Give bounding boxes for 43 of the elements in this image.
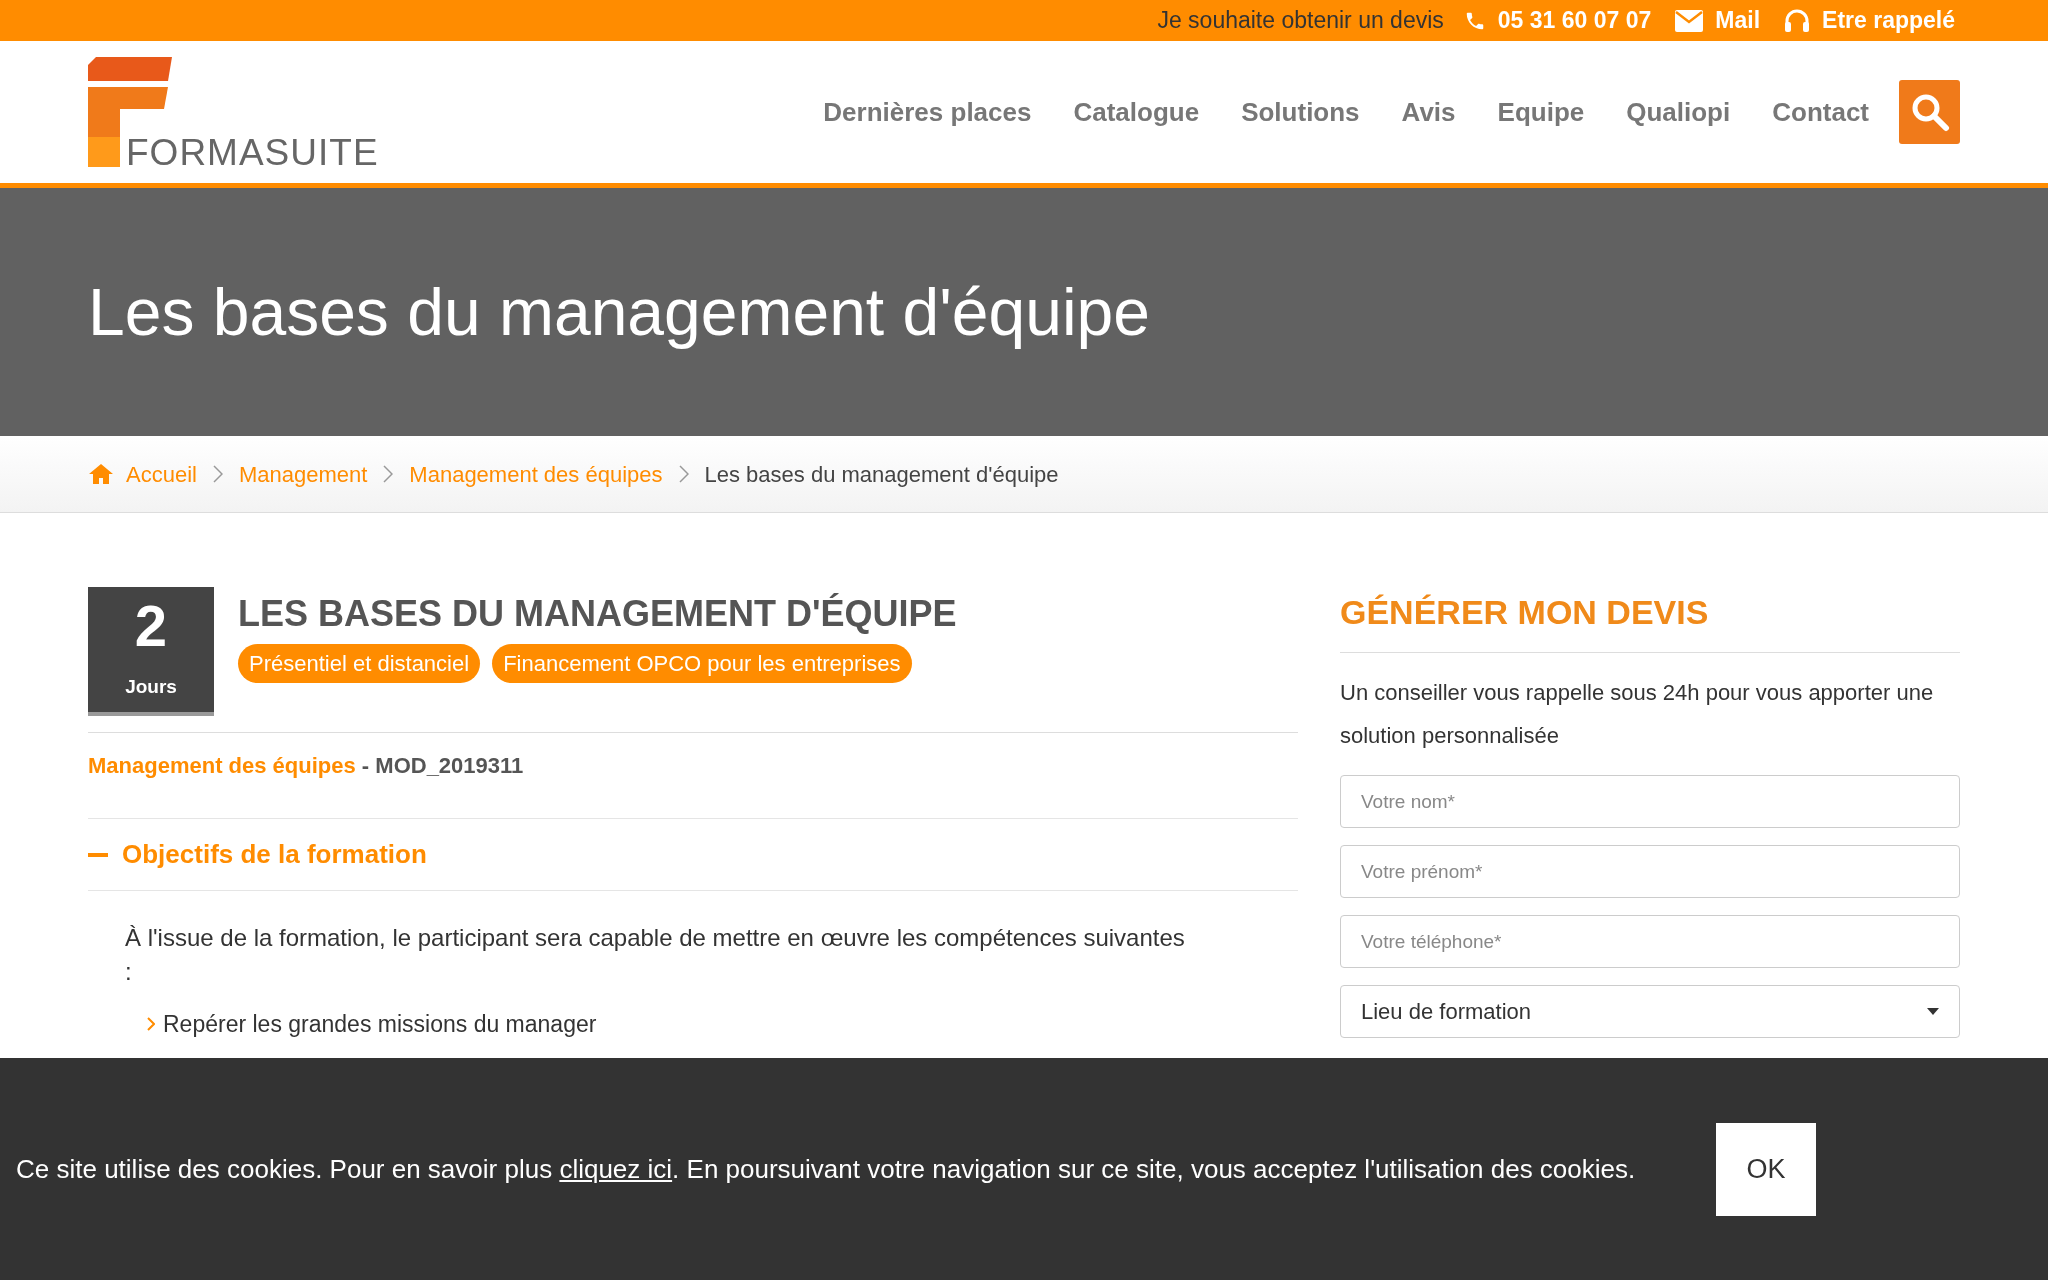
logo-text: FORMASUITE [126,134,379,171]
input-field[interactable]: Votre prénom* [1340,845,1960,898]
cookie-notice: Ce site utilise des cookies. Pour en savoir plus cliquez ici. En poursuivant votre navigation sur ce site, vous acceptez l'utilisation des cookies. [16,1152,1637,1186]
mail-icon [1675,9,1704,32]
nav-link[interactable]: Dernières places [823,92,1032,132]
nav-link[interactable]: Equipe [1497,92,1585,132]
nav-link[interactable]: Solutions [1241,92,1360,132]
intro-text: À l'issue de la formation, le participant sera capable de mettre en œuvre les compétences suivantes : [125,923,1186,987]
chevron-icon [212,465,223,483]
cookie-link[interactable]: cliquez ici [559,1153,673,1184]
mail-link[interactable]: Mail [1715,3,1761,38]
form-title: GÉNÉRER MON DEVIS [1340,587,1960,653]
chevron-icon [147,1017,155,1032]
tag-badge: Financement OPCO pour les entreprises [492,644,912,683]
duration-number: 2 [134,597,168,656]
bullet-text: Repérer les grandes missions du manager [163,1010,597,1039]
course-title: LES BASES DU MANAGEMENT D'ÉQUIPE [238,592,957,636]
phone-link[interactable]: 05 31 60 07 07 [1497,3,1652,38]
input-field[interactable]: Votre téléphone* [1340,915,1960,968]
category-link[interactable]: Management des équipes [88,753,356,778]
select-field[interactable]: Lieu de formation [1340,985,1960,1038]
tag-badge: Présentiel et distanciel [238,644,481,683]
quote-prompt: Je souhaite obtenir un devis [1157,6,1444,36]
nav-link[interactable]: Catalogue [1073,92,1200,132]
breadcrumb-current: Les bases du management d'équipe [704,460,1059,489]
home-icon [88,463,114,485]
ok-button[interactable]: OK [1716,1122,1816,1216]
page-title: Les bases du management d'équipe [88,273,1151,351]
search-button[interactable] [1899,80,1960,144]
headset-icon [1784,8,1811,33]
nav-link[interactable]: Avis [1401,92,1456,132]
form-description: Un conseiller vous rappelle sous 24h pour vous apporter une solution personnalisée [1340,679,1935,750]
duration-unit: Jours [125,675,177,700]
minus-icon [88,852,108,857]
input-field[interactable]: Votre nom* [1340,775,1960,828]
caret-icon [1927,1008,1939,1015]
chevron-icon [678,465,689,483]
course-reference: Management des équipes - MOD_2019311 [88,749,1298,819]
section-toggle[interactable]: Objectifs de la formation [88,819,1298,891]
nav-link[interactable]: Contact [1772,92,1869,132]
nav-link[interactable]: Qualiopi [1626,92,1731,132]
callback-link[interactable]: Etre rappelé [1822,3,1955,38]
chevron-icon [383,465,394,483]
